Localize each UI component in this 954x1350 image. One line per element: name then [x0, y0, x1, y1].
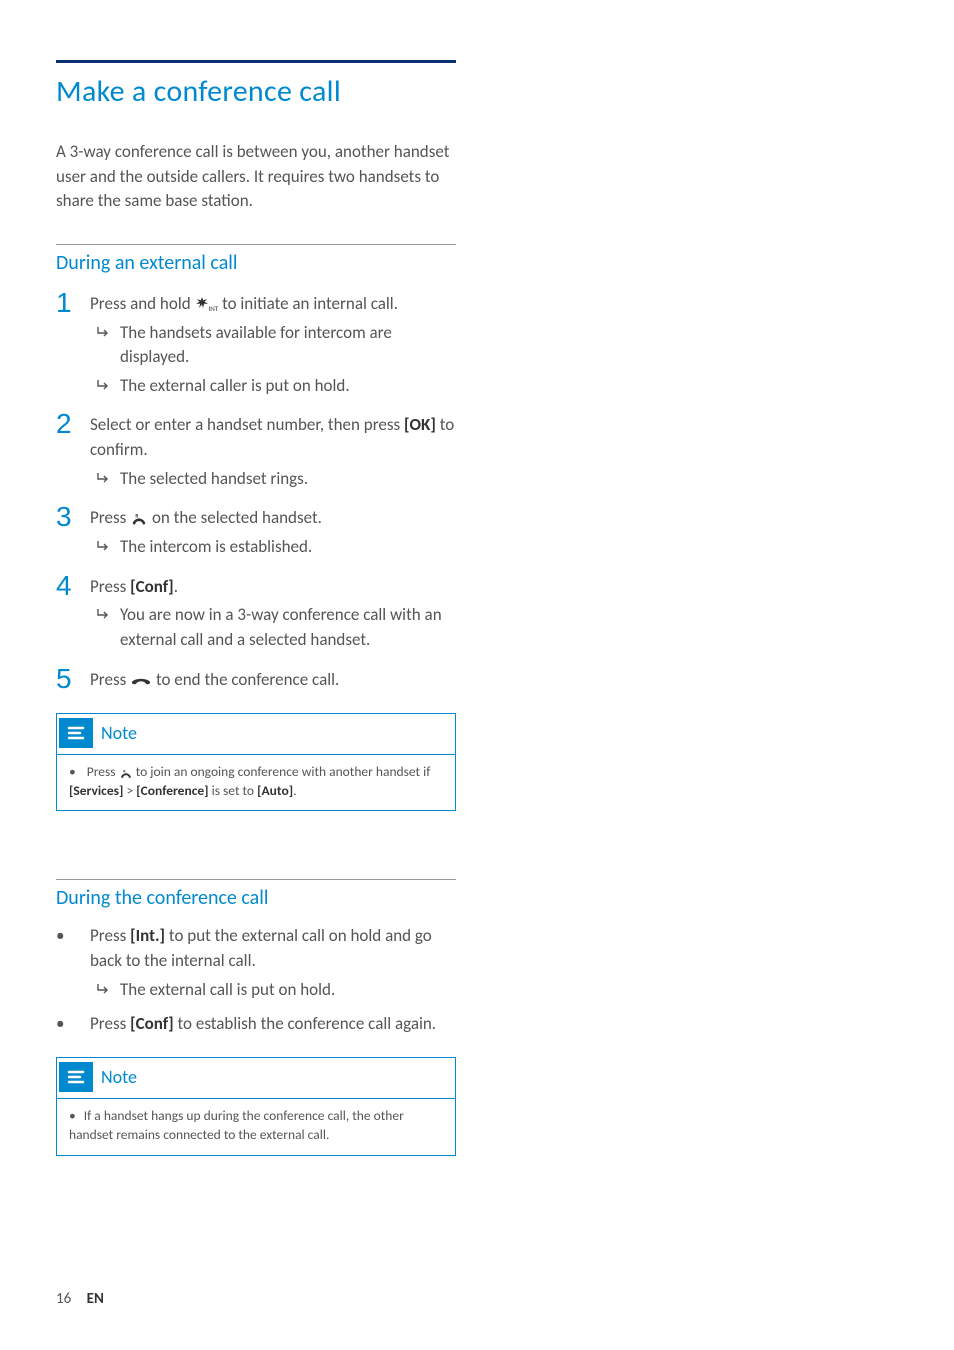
note-label: Note: [101, 1066, 137, 1088]
note-text: If a handset hangs up during the confere…: [69, 1107, 404, 1143]
section-rule: [56, 244, 456, 245]
sub-result: The intercom is established.: [90, 535, 456, 560]
step-number: 5: [56, 665, 76, 693]
step: 1 Press and hold INT to initiate an inte…: [56, 289, 456, 399]
step-number: 4: [56, 572, 76, 600]
page-number: 16: [56, 1290, 71, 1308]
sub-text: The external caller is put on hold.: [120, 374, 456, 399]
note-badge: [59, 718, 93, 748]
note-text: >: [123, 782, 136, 799]
step-number: 2: [56, 410, 76, 438]
sub-text: The handsets available for intercom are …: [120, 321, 456, 370]
step-body: Press R on the selected handset. The int…: [90, 503, 456, 559]
step-text: Press: [90, 669, 130, 690]
note-text: .: [293, 782, 296, 799]
content-column: Make a conference call A 3-way conferenc…: [56, 60, 456, 1156]
step: 4 Press [Conf]. You are now in a 3-way c…: [56, 572, 456, 653]
note-text: Press: [87, 763, 119, 780]
conference-label: [Conference]: [136, 782, 208, 799]
heading-rule: [56, 60, 456, 63]
note-label: Note: [101, 722, 137, 744]
step-body: Press [Conf]. You are now in a 3-way con…: [90, 572, 456, 653]
language-code: EN: [87, 1290, 104, 1308]
sub-result: The external call is put on hold.: [90, 978, 456, 1003]
bullet-icon: •: [56, 924, 70, 1002]
step-text: to initiate an internal call.: [222, 293, 398, 314]
step-text: on the selected handset.: [152, 507, 322, 528]
answer-r-icon: R: [130, 508, 148, 522]
note-icon: [66, 724, 86, 742]
step-text: Press and hold: [90, 293, 195, 314]
auto-label: [Auto]: [257, 782, 293, 799]
int-label: [Int.]: [130, 925, 165, 946]
note-text: to join an ongoing conference with anoth…: [136, 763, 431, 780]
note-text: is set to: [209, 782, 258, 799]
note-icon: [66, 1068, 86, 1086]
note-box: Note If a handset hangs up during the co…: [56, 1057, 456, 1156]
note-box: Note Press R to join an ongoing conferen…: [56, 713, 456, 812]
note-badge: [59, 1062, 93, 1092]
step: 5 Press to end the conference call.: [56, 665, 456, 693]
step-text: .: [174, 576, 178, 597]
conf-label: [Conf]: [130, 576, 174, 597]
section-rule: [56, 879, 456, 880]
sub-result: The handsets available for intercom are …: [90, 321, 456, 370]
item-text: to establish the conference call again.: [174, 1013, 436, 1034]
services-label: [Services]: [69, 782, 123, 799]
step: 3 Press R on the selected handset. The i…: [56, 503, 456, 559]
list-item: • Press [Conf] to establish the conferen…: [56, 1012, 456, 1037]
step-text: to end the conference call.: [156, 669, 339, 690]
sub-text: The selected handset rings.: [120, 467, 456, 492]
note-body: Press R to join an ongoing conference wi…: [57, 755, 455, 811]
list-item: • Press [Int.] to put the external call …: [56, 924, 456, 1002]
section-title: During an external call: [56, 251, 456, 275]
step-text: Select or enter a handset number, then p…: [90, 414, 404, 435]
note-header: Note: [57, 714, 455, 755]
item-text: Press: [90, 925, 130, 946]
result-arrow-icon: [96, 981, 110, 997]
step-body: Press to end the conference call.: [90, 665, 456, 693]
sub-text: The intercom is established.: [120, 535, 456, 560]
step-number: 1: [56, 289, 76, 317]
conf-label: [Conf]: [130, 1013, 174, 1034]
section-title: During the conference call: [56, 886, 456, 910]
step-text: Press: [90, 576, 130, 597]
result-arrow-icon: [96, 377, 110, 393]
sub-text: The external call is put on hold.: [120, 978, 456, 1003]
step-body: Select or enter a handset number, then p…: [90, 410, 456, 491]
intro-text: A 3-way conference call is between you, …: [56, 140, 456, 214]
sub-text: You are now in a 3-way conference call w…: [120, 603, 456, 652]
page-footer: 16 EN: [56, 1290, 104, 1308]
sub-result: The external caller is put on hold.: [90, 374, 456, 399]
bullet-list: • Press [Int.] to put the external call …: [56, 924, 456, 1037]
hangup-icon: [130, 669, 152, 683]
result-arrow-icon: [96, 324, 110, 340]
step-number: 3: [56, 503, 76, 531]
bullet-icon: •: [56, 1012, 70, 1037]
answer-r-icon: R: [119, 766, 133, 778]
result-arrow-icon: [96, 470, 110, 486]
sub-result: You are now in a 3-way conference call w…: [90, 603, 456, 652]
item-text: Press: [90, 1013, 130, 1034]
sub-result: The selected handset rings.: [90, 467, 456, 492]
step-text: Press: [90, 507, 130, 528]
result-arrow-icon: [96, 606, 110, 622]
page: Make a conference call A 3-way conferenc…: [0, 0, 954, 1350]
note-header: Note: [57, 1058, 455, 1099]
ok-label: [OK]: [404, 414, 436, 435]
page-title: Make a conference call: [56, 73, 456, 110]
step-body: Press and hold INT to initiate an intern…: [90, 289, 456, 399]
result-arrow-icon: [96, 538, 110, 554]
asterisk-int-icon: [195, 293, 209, 307]
note-body: If a handset hangs up during the confere…: [57, 1099, 455, 1155]
step: 2 Select or enter a handset number, then…: [56, 410, 456, 491]
